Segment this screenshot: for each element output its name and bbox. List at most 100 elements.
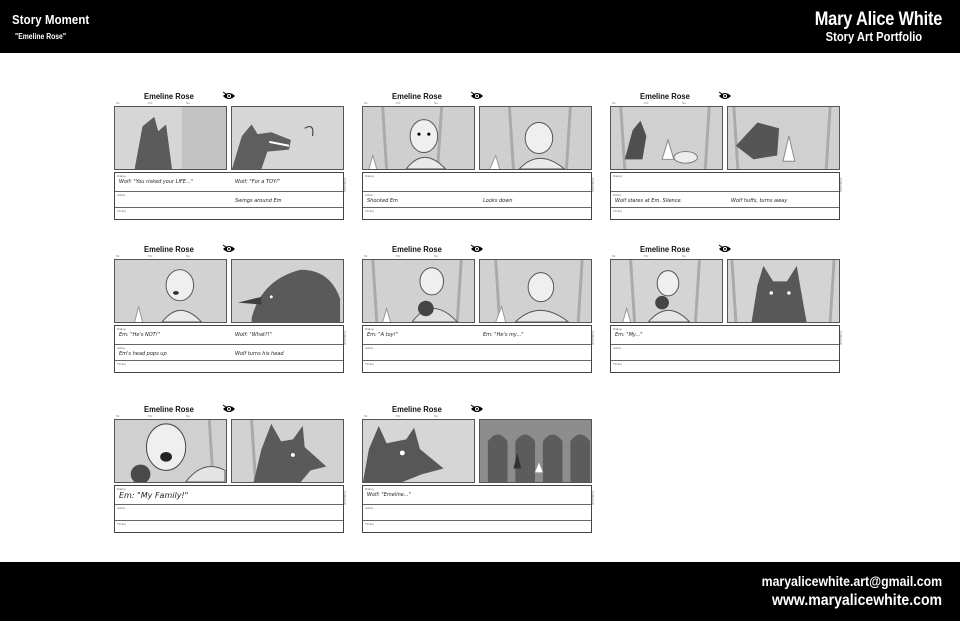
production-tag: Production <box>342 490 347 506</box>
storyboard-panel <box>362 106 475 170</box>
panel-label: Pnl. <box>148 101 154 105</box>
portfolio-title: Story Art Portfolio <box>825 29 922 44</box>
production-tag: Production <box>342 177 347 193</box>
action-row: Action <box>115 505 343 521</box>
storyboard-sheet: Emeline Rose Sc. Pnl. Sq. Dialog Wolf: "… <box>114 87 347 221</box>
storyboard-panel <box>114 419 227 483</box>
timing-label: Timing <box>365 209 374 213</box>
header-left: Story Moment "Emeline Rose" <box>12 12 100 41</box>
action-row: Action Em's head pops up Wolf turns his … <box>115 345 343 361</box>
notes-table: Dialog Em: "A toy!" Em: "He's my..." Act… <box>362 325 592 373</box>
timing-label: Timing <box>117 522 126 526</box>
scene-label: Sc. <box>116 414 121 418</box>
panel-drawing <box>363 107 474 169</box>
artist-name: Mary Alice White <box>814 9 943 30</box>
notes-table: Dialog Em: "He's NOT!" Wolf: "What?!" Ac… <box>114 325 344 373</box>
action-left: Wolf stares at Em. Silence. <box>615 198 683 204</box>
storyboard-sheet: Emeline Rose Sc. Pnl. Sq. Dialog Action … <box>610 87 843 221</box>
website-link[interactable]: www.maryalicewhite.com <box>762 591 942 610</box>
dialog-label: Dialog <box>365 174 374 178</box>
timing-label: Timing <box>365 362 374 366</box>
action-right: Wolf huffs, turns away <box>731 198 788 204</box>
email-link[interactable]: maryalicewhite.art@gmail.com <box>762 573 942 590</box>
dialog-row: Dialog <box>363 173 591 192</box>
dialog-label: Dialog <box>365 487 374 491</box>
timing-label: Timing <box>365 522 374 526</box>
scene-label: Sc. <box>364 254 369 258</box>
dialog-label: Dialog <box>613 174 622 178</box>
dialog-row: Dialog <box>611 173 839 192</box>
sheet-title: Emeline Rose <box>640 245 690 254</box>
sheet-header: Emeline Rose Sc. Pnl. Sq. <box>610 87 840 107</box>
sheet-header: Emeline Rose Sc. Pnl. Sq. <box>114 87 344 107</box>
timing-row: Timing <box>611 208 839 220</box>
timing-row: Timing <box>363 361 591 373</box>
dialog-right: Wolf: "What?!" <box>235 332 272 338</box>
action-label: Action <box>365 506 374 510</box>
panel-drawing <box>115 260 226 322</box>
storyboard-panel <box>114 259 227 323</box>
timing-row: Timing <box>611 361 839 373</box>
storyboard-panel <box>231 259 344 323</box>
dialog-right: Em: "He's my..." <box>483 332 524 338</box>
notes-table: Dialog Em: "My..." Action Timing <box>610 325 840 373</box>
timing-row: Timing <box>363 521 591 533</box>
sequence-label: Sq. <box>434 254 439 258</box>
action-label: Action <box>613 346 622 350</box>
production-tag: Production <box>590 490 595 506</box>
action-label: Action <box>613 193 622 197</box>
header-bar: Story Moment "Emeline Rose" Mary Alice W… <box>0 0 960 53</box>
footer-bar: maryalicewhite.art@gmail.com www.maryali… <box>0 562 960 621</box>
sheet-title: Emeline Rose <box>144 92 194 101</box>
timing-label: Timing <box>613 209 622 213</box>
sequence-label: Sq. <box>186 254 191 258</box>
sheet-title: Emeline Rose <box>392 405 442 414</box>
dialog-label: Dialog <box>365 327 374 331</box>
storyboard-panel <box>362 419 475 483</box>
sequence-label: Sq. <box>682 101 687 105</box>
eye-logo-icon <box>470 91 483 99</box>
sequence-label: Sq. <box>682 254 687 258</box>
panel-drawing <box>728 260 839 322</box>
sheet-title: Emeline Rose <box>640 92 690 101</box>
storyboard-sheet: Emeline Rose Sc. Pnl. Sq. Dialog Action … <box>362 87 595 221</box>
panel-drawing <box>115 107 226 169</box>
storyboard-panel <box>231 419 344 483</box>
production-tag: Production <box>342 330 347 346</box>
storyboard-panel <box>610 259 723 323</box>
timing-row: Timing <box>115 208 343 220</box>
panel-drawing <box>115 420 226 482</box>
action-right: Wolf turns his head <box>235 351 284 357</box>
notes-table: Dialog Wolf: "You risked your LIFE..." W… <box>114 172 344 220</box>
notes-table: Dialog Action Shocked Em Looks down Timi… <box>362 172 592 220</box>
action-left: Shocked Em <box>367 198 398 204</box>
notes-table: Dialog Action Wolf stares at Em. Silence… <box>610 172 840 220</box>
contact-info: maryalicewhite.art@gmail.com www.maryali… <box>737 573 942 610</box>
sequence-label: Sq. <box>434 101 439 105</box>
sheet-title: Emeline Rose <box>392 92 442 101</box>
panel-drawing <box>728 107 839 169</box>
storyboard-panel <box>231 106 344 170</box>
panel-drawing <box>232 107 343 169</box>
storyboard-sheet: Emeline Rose Sc. Pnl. Sq. Dialog Em: "My… <box>610 240 843 374</box>
dialog-left: Em: "My Family!" <box>119 491 189 500</box>
action-left: Em's head pops up <box>119 351 167 357</box>
timing-label: Timing <box>613 362 622 366</box>
dialog-row: Dialog Em: "A toy!" Em: "He's my..." <box>363 326 591 345</box>
scene-label: Sc. <box>364 101 369 105</box>
sequence-label: Sq. <box>186 101 191 105</box>
eye-logo-icon <box>222 91 235 99</box>
dialog-row: Dialog Em: "He's NOT!" Wolf: "What?!" <box>115 326 343 345</box>
timing-label: Timing <box>117 209 126 213</box>
scene-label: Sc. <box>116 254 121 258</box>
action-right: Looks down <box>483 198 513 204</box>
panel-drawing <box>480 420 591 482</box>
action-row: Action Wolf stares at Em. Silence. Wolf … <box>611 192 839 208</box>
dialog-row: Dialog Em: "My..." <box>611 326 839 345</box>
dialog-row: Dialog Wolf: "Emeline..." <box>363 486 591 505</box>
dialog-left: Em: "A toy!" <box>367 332 398 338</box>
action-label: Action <box>365 193 374 197</box>
timing-label: Timing <box>117 362 126 366</box>
dialog-label: Dialog <box>117 174 126 178</box>
action-label: Action <box>117 506 126 510</box>
